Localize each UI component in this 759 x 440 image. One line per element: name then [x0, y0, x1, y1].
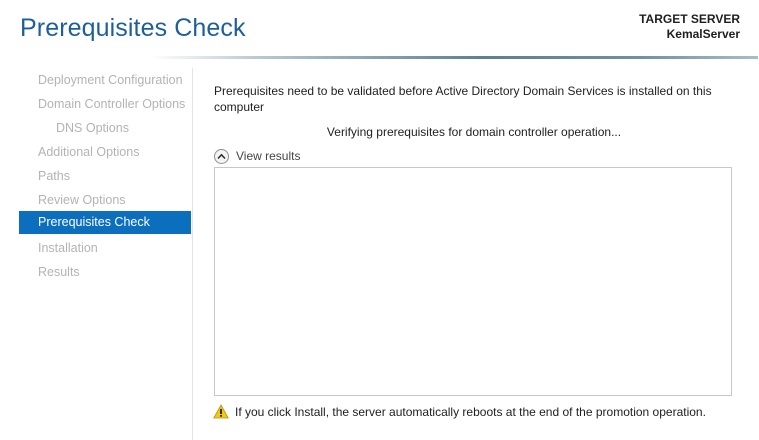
sidebar-item-domain-controller-options[interactable]: Domain Controller Options: [19, 93, 191, 116]
view-results-label[interactable]: View results: [236, 149, 300, 163]
view-results-toggle[interactable]: View results: [214, 146, 300, 166]
sidebar-item-additional-options[interactable]: Additional Options: [19, 141, 191, 164]
target-server-label: TARGET SERVER: [639, 12, 740, 26]
warning-text: If you click Install, the server automat…: [235, 404, 706, 419]
sidebar-item-paths[interactable]: Paths: [19, 165, 191, 188]
title-divider: [150, 56, 758, 59]
sidebar-item-dns-options[interactable]: DNS Options: [19, 117, 191, 140]
chevron-up-icon[interactable]: [214, 148, 229, 164]
page-title: Prerequisites Check: [20, 14, 246, 42]
sidebar-item-review-options[interactable]: Review Options: [19, 189, 191, 212]
verifying-status: Verifying prerequisites for domain contr…: [326, 125, 622, 139]
wizard-sidebar: Deployment Configuration Domain Controll…: [19, 68, 192, 440]
target-server-name: KemalServer: [666, 27, 740, 41]
results-textbox[interactable]: [214, 167, 732, 396]
sidebar-divider: [192, 68, 193, 440]
sidebar-item-deployment-configuration[interactable]: Deployment Configuration: [19, 69, 191, 92]
sidebar-item-installation[interactable]: Installation: [19, 237, 191, 260]
intro-text: Prerequisites need to be validated befor…: [214, 84, 712, 114]
warning-icon: [213, 404, 229, 419]
sidebar-item-prerequisites-check[interactable]: Prerequisites Check: [19, 211, 191, 234]
reboot-warning: If you click Install, the server automat…: [213, 404, 706, 419]
target-server-info: TARGET SERVER KemalServer: [639, 12, 740, 42]
sidebar-item-results[interactable]: Results: [19, 261, 191, 284]
